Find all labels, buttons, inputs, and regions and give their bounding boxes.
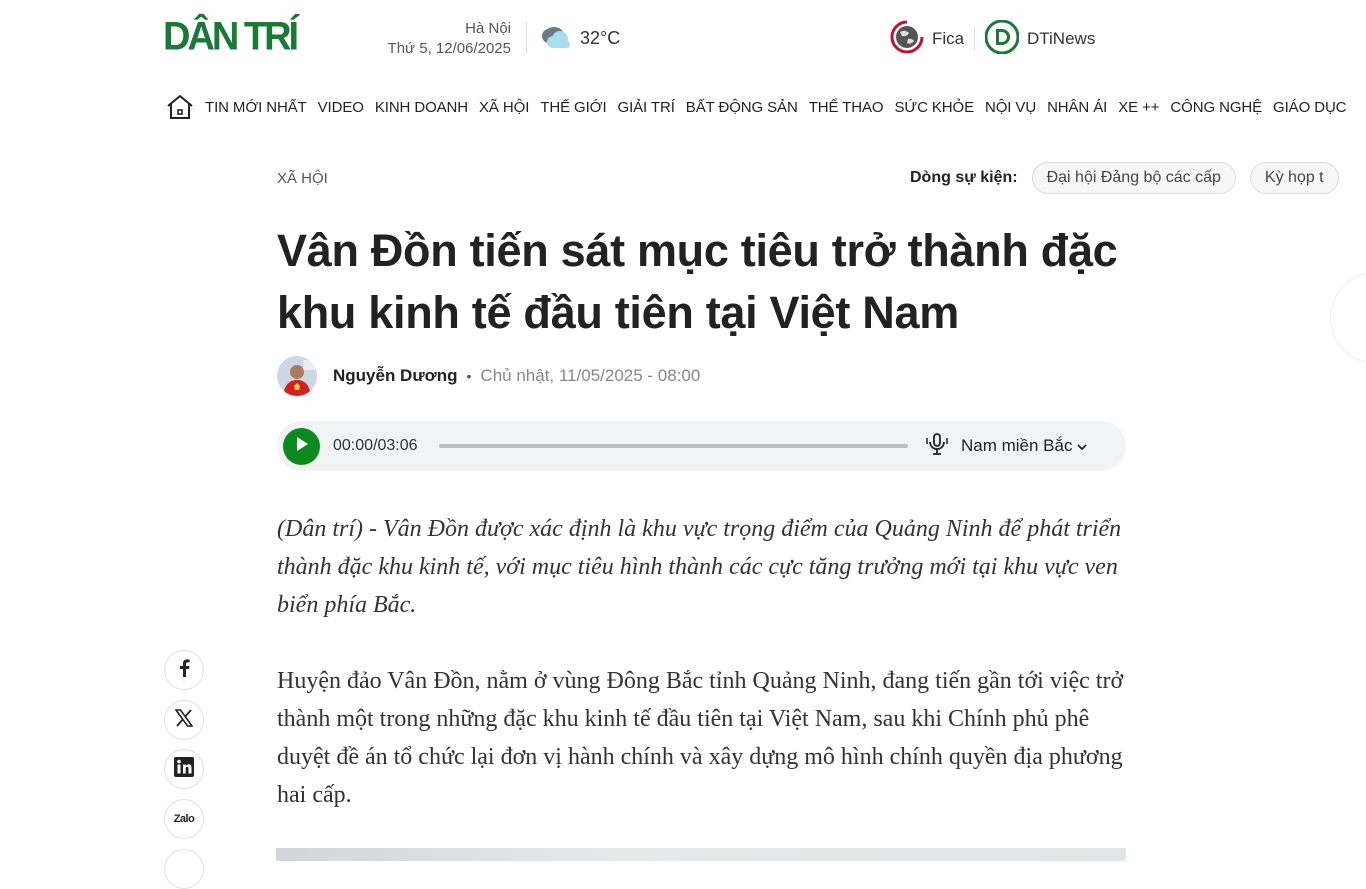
nav-item-xe[interactable]: XE ++ xyxy=(1118,99,1159,116)
author-name[interactable]: Nguyễn Dương xyxy=(333,366,458,386)
event-stream-label: Dòng sự kiện: xyxy=(910,169,1018,186)
meta-separator: • xyxy=(466,368,472,384)
current-date: Thứ 5, 12/06/2025 xyxy=(387,40,511,57)
zalo-icon: Zalo xyxy=(173,813,195,825)
share-facebook-button[interactable] xyxy=(164,650,204,690)
temperature: 32°C xyxy=(580,27,621,48)
partner-divider xyxy=(974,28,975,50)
share-more-button[interactable] xyxy=(164,849,204,889)
dantri-logo[interactable]: DÂN TRÍ xyxy=(163,14,311,60)
voice-label: Nam miền Bắc xyxy=(961,436,1073,455)
article-category[interactable]: XÃ HỘI xyxy=(277,170,328,187)
partly-cloudy-icon xyxy=(540,21,572,56)
fica-globe-icon xyxy=(890,20,924,59)
event-stream: Dòng sự kiện: Đại hội Đảng bộ các cấp Kỳ… xyxy=(910,162,1353,194)
nav-item-giai-tri[interactable]: GIẢI TRÍ xyxy=(618,99,675,116)
fica-link[interactable]: Fica xyxy=(890,20,965,59)
fica-label: Fica xyxy=(932,29,965,48)
audio-player: 00:00/03:06 Nam miền Bắc xyxy=(277,421,1126,471)
author-row: Nguyễn Dương • Chủ nhật, 11/05/2025 - 08… xyxy=(277,356,700,396)
chevron-down-icon xyxy=(1077,436,1088,456)
voice-selector[interactable]: Nam miền Bắc xyxy=(925,432,1088,461)
nav-item-noi-vu[interactable]: NỘI VỤ xyxy=(985,99,1036,116)
nav-item-kinh-doanh[interactable]: KINH DOANH xyxy=(375,99,468,116)
main-nav: TIN MỚI NHẤT VIDEO KINH DOANH XÃ HỘI THẾ… xyxy=(163,90,1357,124)
event-chip[interactable]: Đại hội Đảng bộ các cấp xyxy=(1031,162,1236,194)
nav-item-the-gioi[interactable]: THẾ GIỚI xyxy=(540,99,606,116)
nav-item-cong-nghe[interactable]: CÔNG NGHỆ xyxy=(1170,99,1262,116)
x-twitter-icon xyxy=(174,708,194,732)
share-linkedin-button[interactable] xyxy=(164,749,204,789)
nav-item-giao-duc[interactable]: GIÁO DỤC xyxy=(1273,99,1346,116)
home-icon[interactable] xyxy=(163,90,197,124)
nav-item-nhan-ai[interactable]: NHÂN ÁI xyxy=(1047,99,1107,116)
location-date: Hà Nội Thứ 5, 12/06/2025 xyxy=(388,19,511,59)
header-divider xyxy=(526,22,527,54)
article-image xyxy=(276,848,1126,861)
nav-item-suc-khoe[interactable]: SỨC KHỎE xyxy=(894,99,974,116)
article-paragraph: Huyện đảo Vân Đồn, nằm ở vùng Đông Bắc t… xyxy=(277,668,1124,808)
dtinews-link[interactable]: DTiNews xyxy=(974,19,1096,59)
nav-item-the-thao[interactable]: THỂ THAO xyxy=(809,99,884,116)
logo-text: DÂN TRÍ xyxy=(163,14,299,60)
play-icon xyxy=(295,436,309,457)
dtinews-label: DTiNews xyxy=(1027,29,1096,48)
play-button[interactable] xyxy=(283,427,320,465)
nav-item-tin-moi-nhat[interactable]: TIN MỚI NHẤT xyxy=(205,99,307,116)
nav-item-video[interactable]: VIDEO xyxy=(318,99,364,116)
share-x-button[interactable] xyxy=(164,700,204,740)
nav-item-bat-dong-san[interactable]: BẤT ĐỘNG SẢN xyxy=(686,99,798,116)
avatar[interactable] xyxy=(277,356,317,396)
linkedin-icon xyxy=(174,756,194,782)
city-label: Hà Nội xyxy=(465,20,511,37)
article-title: Vân Đồn tiến sát mục tiêu trở thành đặc … xyxy=(277,225,1118,338)
event-chip[interactable]: Kỳ họp t xyxy=(1249,162,1339,194)
facebook-icon xyxy=(178,658,190,682)
microphone-icon xyxy=(925,432,949,461)
article-sapo: (Dân trí) - Vân Đồn được xác định là khu… xyxy=(277,516,1122,618)
dtinews-logo-icon xyxy=(984,19,1020,59)
weather-widget[interactable]: 32°C xyxy=(540,22,620,54)
nav-item-xa-hoi[interactable]: XÃ HỘI xyxy=(479,99,529,116)
audio-time: 00:00/03:06 xyxy=(333,437,418,454)
audio-progress-bar[interactable] xyxy=(439,444,908,448)
floating-widget[interactable] xyxy=(1330,272,1366,364)
share-zalo-button[interactable]: Zalo xyxy=(164,799,204,839)
publish-date: Chủ nhật, 11/05/2025 - 08:00 xyxy=(480,366,701,385)
